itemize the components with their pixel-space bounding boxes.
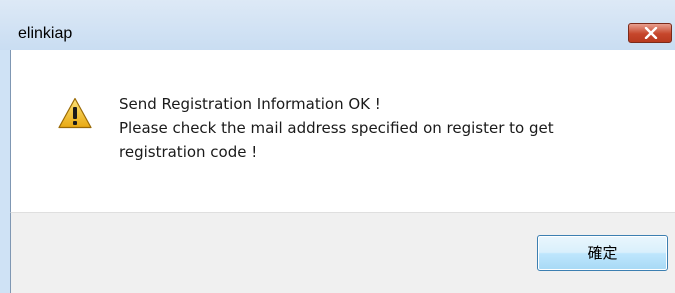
message-line: Please check the mail address specified … [119,119,554,137]
title-bar[interactable]: elinkiap [0,0,675,50]
close-icon [644,27,658,39]
message-line: registration code ! [119,143,258,161]
message-line: Send Registration Information OK ! [119,95,381,113]
close-button[interactable] [628,23,672,43]
message-text: Send Registration Information OK ! Pleas… [119,92,639,164]
message-dialog: elinkiap Send Registration Information O… [0,0,675,293]
window-title: elinkiap [18,25,73,42]
ok-button[interactable]: 確定 [537,235,668,271]
warning-icon [58,97,92,129]
